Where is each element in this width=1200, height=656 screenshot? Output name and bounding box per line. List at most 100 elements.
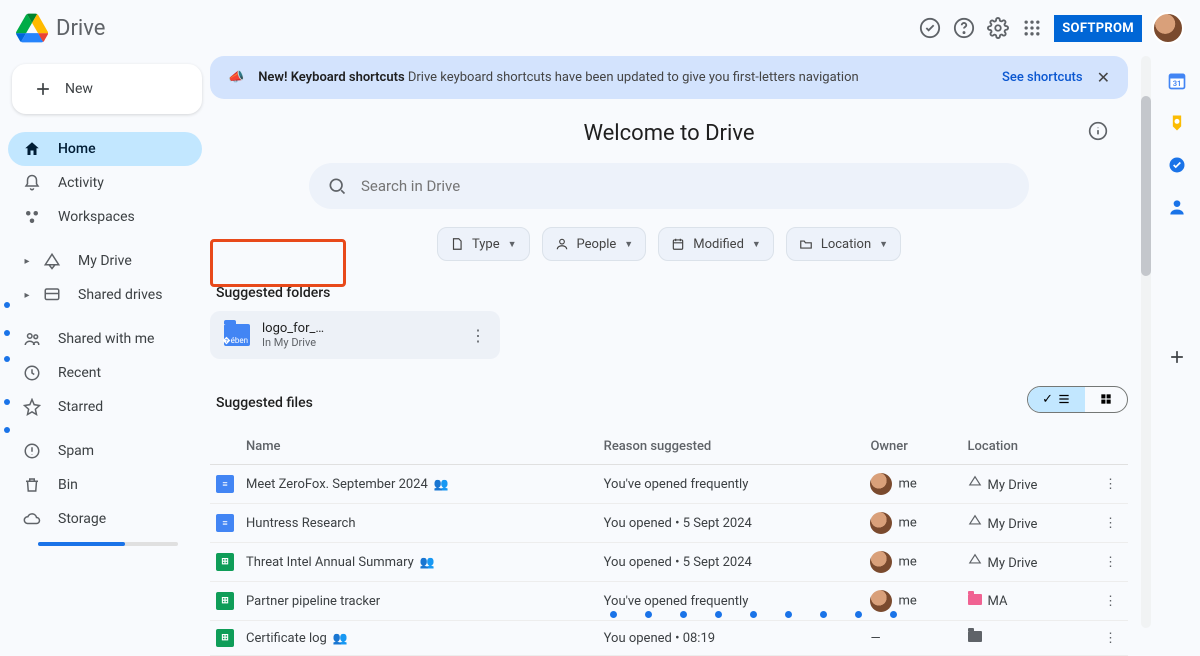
sidebar-item-spam[interactable]: Spam [8, 434, 202, 468]
file-owner: — [864, 621, 961, 656]
table-row[interactable]: ≡ Huntress ResearchYou opened • 5 Sept 20… [210, 504, 1128, 543]
folder-icon [968, 594, 982, 605]
folder-icon [799, 237, 813, 251]
more-vertical-icon[interactable]: ⋮ [470, 326, 486, 345]
home-icon [22, 139, 42, 159]
new-button[interactable]: New [12, 64, 202, 114]
sidebar-item-home[interactable]: Home [8, 132, 202, 166]
storage-progress [38, 542, 178, 546]
file-location: MA [962, 582, 1098, 621]
sidebar: New Home Activity Workspaces ▸ My Drive … [0, 56, 210, 628]
folder-name: logo_for_… [262, 321, 324, 336]
scrollbar[interactable] [1141, 56, 1151, 628]
file-name: Huntress Research [240, 504, 598, 543]
more-vertical-icon[interactable]: ⋮ [1104, 516, 1117, 531]
shared-badge-icon: 👥 [420, 555, 435, 569]
shared-badge-icon: 👥 [434, 477, 449, 491]
add-addon-icon[interactable] [1166, 346, 1188, 368]
info-icon[interactable] [1088, 121, 1108, 145]
sidebar-item-storage[interactable]: Storage [8, 502, 202, 536]
tasks-app-icon[interactable] [1166, 154, 1188, 176]
owner-avatar [870, 590, 892, 612]
drive-location-icon [968, 475, 982, 489]
banner-link[interactable]: See shortcuts [1002, 70, 1083, 85]
table-row[interactable]: ≡Meet ZeroFox. September 2024👥You've ope… [210, 465, 1128, 504]
sidebar-item-label: Spam [58, 443, 94, 459]
expand-caret-icon[interactable]: ▸ [22, 256, 32, 267]
more-vertical-icon[interactable]: ⋮ [1104, 555, 1117, 570]
suggested-files-heading: Suggested files [216, 395, 313, 411]
col-owner[interactable]: Owner [864, 429, 961, 465]
file-name: Certificate log👥 [240, 621, 598, 656]
search-input[interactable] [361, 177, 1011, 195]
account-avatar[interactable] [1152, 12, 1184, 44]
suggested-folder-card[interactable]: �ében logo_for_… In My Drive ⋮ [210, 311, 500, 359]
help-icon[interactable] [952, 16, 976, 40]
drive-icon [42, 251, 62, 271]
sidebar-item-my-drive[interactable]: ▸ My Drive [8, 244, 202, 278]
drive-location-icon [968, 553, 982, 567]
cloud-icon [22, 509, 42, 529]
sheets-file-icon: ⊞ [216, 629, 234, 647]
workspaces-icon [22, 207, 42, 227]
close-icon[interactable]: ✕ [1097, 68, 1110, 87]
chip-location[interactable]: Location▼ [786, 227, 901, 261]
more-vertical-icon[interactable]: ⋮ [1104, 594, 1117, 609]
shared-folder-icon [968, 631, 982, 642]
shared-drives-icon [42, 285, 62, 305]
sidebar-item-shared-drives[interactable]: ▸ Shared drives [8, 278, 202, 312]
file-icon [450, 237, 464, 251]
docs-file-icon: ≡ [216, 475, 234, 493]
sidebar-item-label: Bin [58, 477, 78, 493]
new-button-label: New [65, 81, 93, 97]
more-vertical-icon[interactable]: ⋮ [1104, 631, 1117, 646]
drive-location-icon [968, 514, 982, 528]
sidebar-item-starred[interactable]: Starred [8, 390, 202, 424]
svg-text:31: 31 [1173, 79, 1182, 88]
sidebar-item-recent[interactable]: Recent [8, 356, 202, 390]
star-icon [22, 397, 42, 417]
apps-grid-icon[interactable] [1020, 16, 1044, 40]
file-name: Threat Intel Annual Summary👥 [240, 543, 598, 582]
sidebar-item-label: Workspaces [58, 209, 135, 225]
contacts-app-icon[interactable] [1166, 196, 1188, 218]
sidebar-item-label: Recent [58, 365, 101, 381]
sidebar-item-label: Storage [58, 511, 106, 527]
sidebar-item-label: My Drive [78, 253, 132, 269]
settings-gear-icon[interactable] [986, 16, 1010, 40]
offline-ready-icon[interactable] [918, 16, 942, 40]
view-list-button[interactable]: ✓ [1028, 387, 1085, 412]
calendar-app-icon[interactable]: 31 [1166, 70, 1188, 92]
sheets-file-icon: ⊞ [216, 592, 234, 610]
chip-modified[interactable]: Modified▼ [658, 227, 774, 261]
owner-avatar [870, 512, 892, 534]
table-row[interactable]: ⊞Threat Intel Annual Summary👥You opened … [210, 543, 1128, 582]
sidebar-item-label: Shared drives [78, 287, 162, 303]
view-grid-button[interactable] [1085, 387, 1127, 412]
announcement-banner: 📣 New! Keyboard shortcuts Drive keyboard… [210, 56, 1128, 99]
sidebar-item-bin[interactable]: Bin [8, 468, 202, 502]
search-bar[interactable] [309, 163, 1029, 209]
file-name: Meet ZeroFox. September 2024👥 [240, 465, 598, 504]
chip-people[interactable]: People▼ [542, 227, 647, 261]
folder-location: In My Drive [262, 336, 324, 349]
sidebar-item-label: Shared with me [58, 331, 154, 347]
sidebar-item-shared-with-me[interactable]: Shared with me [8, 322, 202, 356]
col-reason[interactable]: Reason suggested [598, 429, 865, 465]
more-vertical-icon[interactable]: ⋮ [1104, 477, 1117, 492]
col-name[interactable]: Name [240, 429, 598, 465]
banner-title: New! Keyboard shortcuts [258, 70, 404, 85]
table-row[interactable]: ⊞Certificate log👥You opened • 08:19—⋮ [210, 621, 1128, 656]
file-reason: You opened • 5 Sept 2024 [598, 504, 865, 543]
scroll-thumb[interactable] [1141, 96, 1151, 276]
sidebar-item-workspaces[interactable]: Workspaces [8, 200, 202, 234]
docs-file-icon: ≡ [216, 514, 234, 532]
chip-type[interactable]: Type▼ [437, 227, 530, 261]
keep-app-icon[interactable] [1166, 112, 1188, 134]
expand-caret-icon[interactable]: ▸ [22, 290, 32, 301]
megaphone-icon: 📣 [228, 70, 244, 85]
product-logo-area[interactable]: Drive [16, 12, 105, 44]
sidebar-item-activity[interactable]: Activity [8, 166, 202, 200]
partner-badge: SOFTPROM [1054, 15, 1142, 42]
col-location[interactable]: Location [962, 429, 1098, 465]
